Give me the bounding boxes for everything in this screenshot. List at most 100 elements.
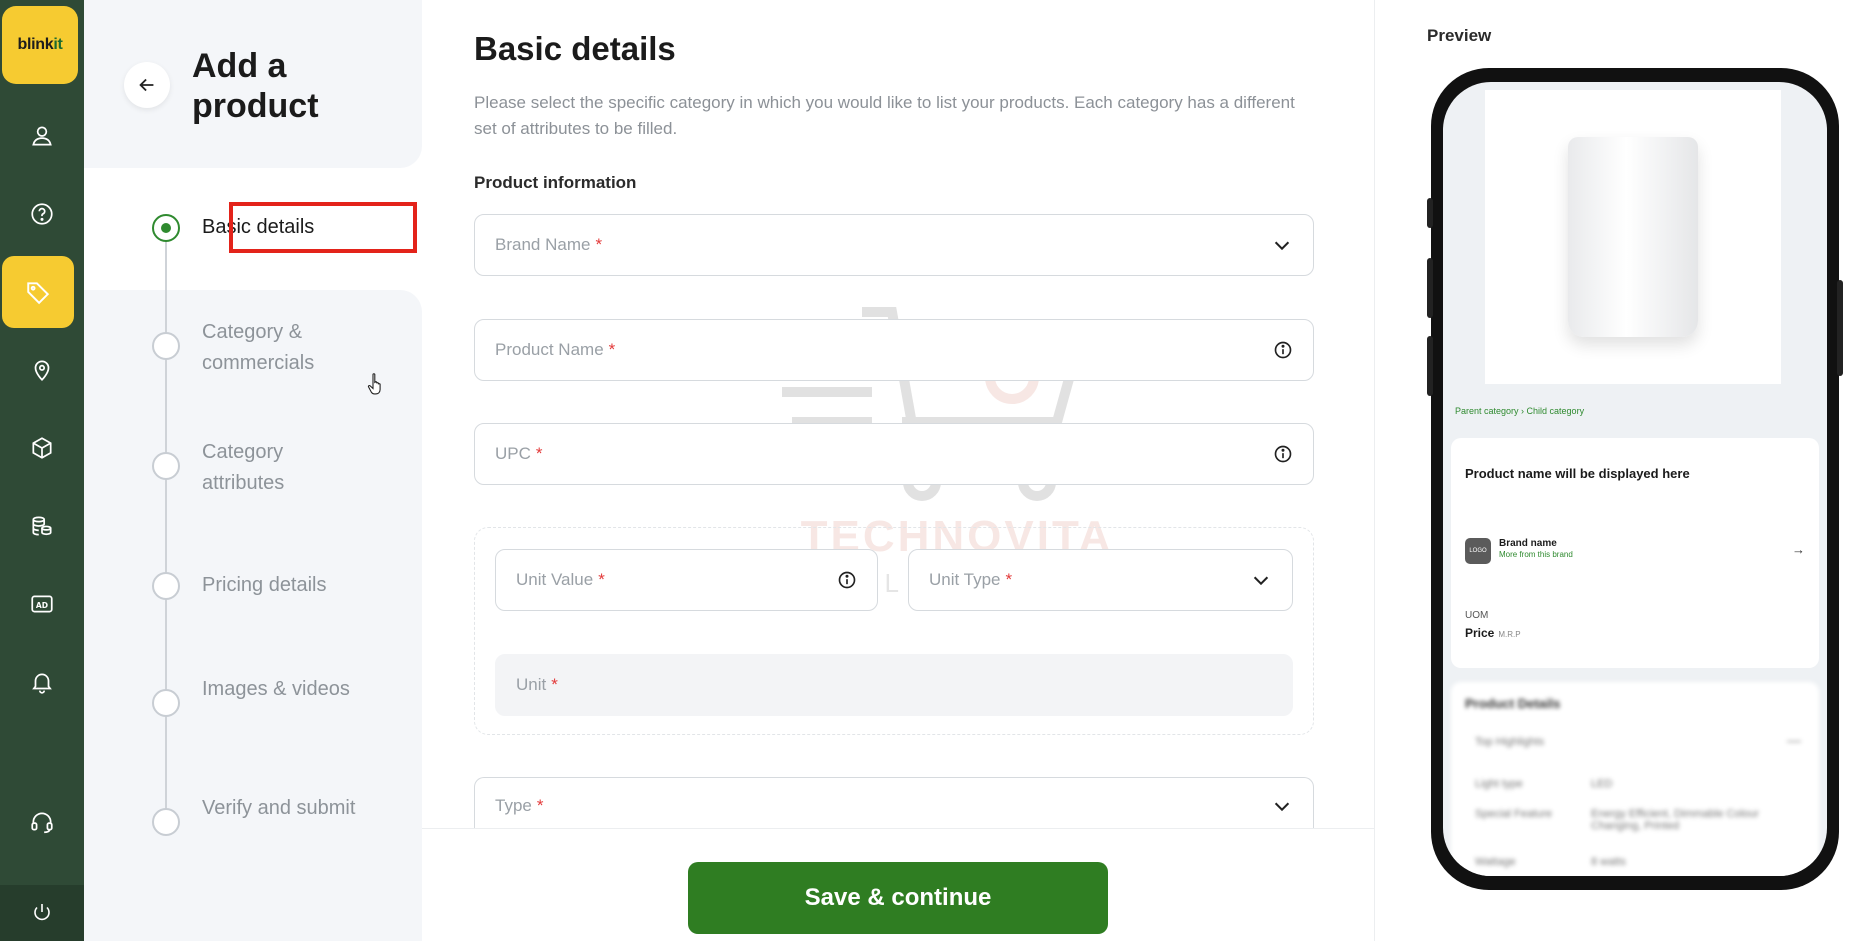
step-label: Category & commercials [202, 321, 315, 374]
unit-placeholder: Unit * [516, 675, 558, 694]
sidebar-item-locations[interactable] [0, 334, 84, 406]
sidebar-item-profile[interactable] [0, 100, 84, 172]
sidebar-item-notifications[interactable] [0, 646, 84, 718]
stepper-connector-line [165, 230, 167, 826]
arrow-left-icon [139, 78, 154, 92]
upc-input[interactable]: UPC * [474, 423, 1314, 485]
preview-row-key: Wattage [1475, 856, 1516, 868]
step-indicator [152, 689, 180, 717]
tag-icon [27, 282, 50, 305]
step-label: Pricing details [202, 574, 327, 596]
question-icon [31, 203, 53, 225]
chevron-down-icon [1274, 241, 1290, 251]
brand-name-dropdown[interactable]: Brand Name * [474, 214, 1314, 276]
product-name-placeholder: Product Name * [495, 340, 616, 359]
app-sidebar: blink it AD [0, 0, 84, 941]
step-category-attributes[interactable]: Category attributes [152, 441, 362, 499]
info-icon[interactable] [1273, 444, 1293, 464]
page-title: Add a product [192, 47, 319, 125]
preview-product-card: Product name will be displayed here LOGO… [1451, 438, 1819, 668]
step-indicator [152, 332, 180, 360]
product-name-input[interactable]: Product Name * [474, 319, 1314, 381]
save-continue-button[interactable]: Save & continue [688, 862, 1108, 934]
logo-text-accent: it [53, 36, 63, 53]
step-label: Category attributes [202, 441, 285, 494]
sidebar-item-help[interactable] [0, 178, 84, 250]
preview-product-name: Product name will be displayed here [1465, 466, 1690, 481]
form-description: Please select the specific category in w… [474, 93, 1295, 138]
highlight-box [229, 202, 417, 253]
phone-mockup: Parent category › Child category Product… [1427, 68, 1843, 890]
ad-icon: AD [31, 595, 53, 613]
preview-label: Preview [1427, 26, 1492, 45]
step-verify-submit[interactable]: Verify and submit [152, 797, 362, 836]
sidebar-item-logout[interactable] [0, 885, 84, 941]
location-pin-icon [34, 360, 50, 381]
minus-icon: — [1787, 732, 1801, 748]
blinkit-logo[interactable]: blink it [2, 6, 78, 84]
preview-highlights: Top Highlights [1475, 736, 1545, 748]
product-image-placeholder [1485, 90, 1781, 384]
user-icon [32, 126, 52, 146]
chevron-down-icon [1274, 802, 1290, 812]
phone-side-button [1427, 198, 1433, 228]
preview-brand-sub: More from this brand [1499, 550, 1573, 559]
unit-input[interactable]: Unit * [495, 654, 1293, 716]
brand-name-placeholder: Brand Name * [495, 235, 603, 254]
preview-row-value: Energy Efficient, Dimmable Colour Changi… [1591, 808, 1759, 832]
box-icon [32, 437, 52, 459]
step-category-commercials[interactable]: Category & commercials [152, 321, 362, 379]
form-footer: Save & continue [422, 828, 1374, 941]
step-indicator [152, 572, 180, 600]
phone-side-button [1837, 280, 1843, 376]
unit-value-placeholder: Unit Value * [516, 570, 605, 589]
preview-price: Price M.R.P [1465, 626, 1521, 640]
preview-row-key: Special Feature [1475, 808, 1553, 820]
form-area: Basic details Please select the specific… [422, 0, 1374, 941]
step-pricing-details[interactable]: Pricing details [152, 572, 362, 601]
svg-text:AD: AD [36, 601, 48, 610]
type-dropdown[interactable]: Type * [474, 777, 1314, 828]
preview-breadcrumb: Parent category › Child category [1455, 406, 1585, 416]
step-indicator-active [152, 214, 180, 242]
sidebar-item-products[interactable] [2, 256, 74, 328]
preview-row-value: 8 watts [1591, 856, 1626, 868]
type-placeholder: Type * [495, 796, 544, 815]
preview-uom: UOM [1465, 610, 1489, 621]
unit-type-placeholder: Unit Type * [929, 570, 1013, 589]
section-label: Product information [474, 173, 637, 192]
preview-details-card: Product Details Top Highlights — Light t… [1451, 682, 1819, 876]
phone-side-button [1427, 336, 1433, 396]
sidebar-item-inventory[interactable] [0, 412, 84, 484]
arrow-right-icon: → [1792, 542, 1805, 557]
sidebar-item-support[interactable] [0, 786, 84, 858]
step-images-videos[interactable]: Images & videos [152, 678, 362, 717]
back-button[interactable] [124, 62, 170, 108]
phone-screen: Parent category › Child category Product… [1443, 82, 1827, 876]
preview-details-title: Product Details [1465, 696, 1561, 711]
power-icon [34, 904, 50, 921]
chevron-down-icon [1253, 576, 1269, 586]
sidebar-item-payments[interactable] [0, 490, 84, 562]
phone-side-button [1427, 258, 1433, 318]
bell-icon [32, 673, 52, 694]
step-label: Images & videos [202, 678, 350, 700]
step-navigation: Add a product Basic details Category & c… [84, 0, 422, 941]
upc-placeholder: UPC * [495, 444, 543, 463]
info-icon[interactable] [1273, 340, 1293, 360]
step-label: Verify and submit [202, 797, 356, 819]
preview-row-value: LED [1591, 778, 1613, 790]
coins-icon [32, 516, 52, 536]
logo-text: blink [17, 36, 54, 53]
headset-icon [31, 812, 53, 834]
brand-logo: LOGO [1465, 538, 1491, 564]
sidebar-item-ads[interactable]: AD [0, 568, 84, 640]
info-icon[interactable] [837, 570, 857, 590]
unit-value-input[interactable]: Unit Value * [495, 549, 878, 611]
unit-type-dropdown[interactable]: Unit Type * [908, 549, 1293, 611]
step-indicator [152, 452, 180, 480]
step-indicator [152, 808, 180, 836]
preview-row-key: Light type [1475, 778, 1523, 790]
pouch-image [1568, 137, 1698, 337]
hand-cursor-icon [367, 373, 381, 395]
